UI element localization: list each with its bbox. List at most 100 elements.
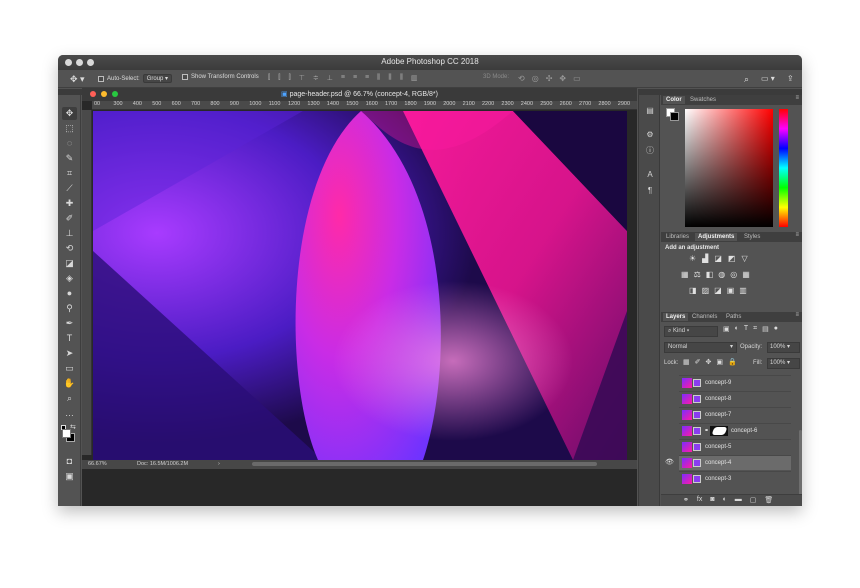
- new-adjustment-layer-icon[interactable]: ◐: [723, 496, 727, 504]
- filter-toggle-icon[interactable]: ●: [774, 325, 778, 333]
- type-tool-icon[interactable]: T: [62, 332, 77, 345]
- new-layer-icon[interactable]: ▢: [750, 496, 757, 504]
- filter-adjustment-icon[interactable]: ◐: [735, 325, 739, 333]
- layer-visibility-toggle[interactable]: [665, 394, 674, 403]
- blend-mode-dropdown[interactable]: Normal ▾: [664, 342, 737, 353]
- document-tab[interactable]: ▣ page-header.psd @ 66.7% (concept-4, RG…: [82, 88, 637, 101]
- zoom-tool-icon[interactable]: ⌕: [62, 392, 77, 405]
- layer-visibility-toggle[interactable]: [665, 378, 674, 387]
- status-menu-icon[interactable]: ›: [218, 461, 220, 467]
- vibrance-icon[interactable]: ▽: [741, 254, 747, 263]
- distribute-right-icon[interactable]: ⫼: [400, 74, 403, 82]
- blur-tool-icon[interactable]: ●: [62, 287, 77, 300]
- adjustments-panel-menu-icon[interactable]: ≡: [795, 232, 799, 238]
- auto-select-dropdown[interactable]: Group ▾: [142, 74, 173, 83]
- distribute-middle-icon[interactable]: ≡: [353, 74, 357, 82]
- gradient-map-icon[interactable]: ▥: [739, 286, 747, 295]
- tab-layers[interactable]: Layers: [663, 313, 689, 321]
- lock-all-icon[interactable]: 🔒: [728, 358, 737, 366]
- align-right-icon[interactable]: ⫿: [289, 74, 291, 82]
- zoom-level[interactable]: 66.67%: [88, 461, 107, 467]
- align-middle-icon[interactable]: ≑: [313, 74, 319, 82]
- black-white-icon[interactable]: ◧: [706, 270, 714, 279]
- layers-panel-menu-icon[interactable]: ≡: [795, 312, 799, 318]
- add-mask-icon[interactable]: ◙: [710, 496, 714, 504]
- brush-tool-icon[interactable]: ✐: [62, 212, 77, 225]
- search-icon[interactable]: ⌕: [744, 74, 749, 85]
- tab-swatches[interactable]: Swatches: [687, 96, 719, 104]
- tab-adjustments[interactable]: Adjustments: [695, 233, 738, 241]
- layer-style-icon[interactable]: fx: [697, 496, 702, 504]
- pen-tool-icon[interactable]: ✒: [62, 317, 77, 330]
- paragraph-panel-icon[interactable]: ¶: [644, 185, 656, 197]
- align-center-icon[interactable]: ⫿: [278, 74, 280, 82]
- delete-layer-icon[interactable]: 🗑: [764, 496, 773, 504]
- align-left-icon[interactable]: ⫿: [268, 74, 270, 82]
- tab-styles[interactable]: Styles: [741, 233, 763, 241]
- screen-mode-icon[interactable]: ▣: [62, 470, 77, 483]
- layer-visibility-toggle[interactable]: [665, 410, 674, 419]
- drag-3d-icon[interactable]: ✣: [546, 74, 553, 83]
- color-picker-field[interactable]: [685, 109, 773, 227]
- doc-minimize-button[interactable]: [101, 91, 107, 97]
- eyedropper-tool-icon[interactable]: ⟋: [62, 182, 77, 195]
- filter-shape-icon[interactable]: ⌗: [753, 325, 757, 333]
- properties-panel-icon[interactable]: ⚙: [644, 129, 656, 141]
- opacity-field[interactable]: 100% ▾: [767, 342, 800, 353]
- layer-visibility-toggle[interactable]: 👁: [665, 458, 674, 467]
- transform-controls-checkbox[interactable]: [182, 74, 188, 80]
- doc-close-button[interactable]: [90, 91, 96, 97]
- color-swatches[interactable]: ⇆: [61, 424, 77, 443]
- layer-filter-dropdown[interactable]: ⌕ Kind ▾: [664, 326, 718, 337]
- fill-field[interactable]: 100% ▾: [767, 358, 800, 369]
- color-balance-icon[interactable]: ⚖: [694, 270, 701, 279]
- artwork-canvas[interactable]: [93, 111, 627, 460]
- selective-color-icon[interactable]: ▣: [727, 286, 735, 295]
- threshold-icon[interactable]: ◪: [714, 286, 722, 295]
- more-tools-icon[interactable]: …: [62, 407, 77, 420]
- quick-mask-icon[interactable]: ◘: [62, 455, 77, 468]
- link-layers-icon[interactable]: ⚭: [683, 496, 689, 504]
- layer-row[interactable]: concept-5: [679, 439, 791, 454]
- history-brush-tool-icon[interactable]: ⟲: [62, 242, 77, 255]
- move-tool-icon[interactable]: ✥: [62, 107, 77, 120]
- posterize-icon[interactable]: ▨: [702, 286, 710, 295]
- healing-brush-tool-icon[interactable]: ✚: [62, 197, 77, 210]
- layer-visibility-toggle[interactable]: [665, 426, 674, 435]
- hue-saturation-icon[interactable]: ▦: [681, 270, 689, 279]
- roll-3d-icon[interactable]: ◎: [532, 74, 539, 83]
- align-top-icon[interactable]: ⊤: [299, 74, 305, 82]
- new-group-icon[interactable]: ▬: [735, 496, 742, 504]
- color-panel-menu-icon[interactable]: ≡: [795, 95, 799, 101]
- layer-visibility-toggle[interactable]: [665, 474, 674, 483]
- info-panel-icon[interactable]: ⓘ: [644, 145, 656, 157]
- doc-zoom-button[interactable]: [112, 91, 118, 97]
- distribute-bottom-icon[interactable]: ≡: [365, 74, 369, 82]
- invert-icon[interactable]: ◨: [689, 286, 697, 295]
- lock-artboard-icon[interactable]: ▣: [716, 358, 723, 366]
- layer-row[interactable]: concept-8: [679, 391, 791, 406]
- eraser-tool-icon[interactable]: ◪: [62, 257, 77, 270]
- transform-controls-option[interactable]: Show Transform Controls: [182, 74, 259, 80]
- lock-image-icon[interactable]: ✐: [695, 358, 701, 366]
- auto-select-option[interactable]: Auto-Select: Group ▾: [98, 74, 173, 83]
- slide-3d-icon[interactable]: ✥: [559, 74, 566, 83]
- doc-size-info[interactable]: Doc: 16.5M/1006.2M: [137, 461, 188, 467]
- channel-mixer-icon[interactable]: ◎: [730, 270, 737, 279]
- dodge-tool-icon[interactable]: ⚲: [62, 302, 77, 315]
- auto-align-icon[interactable]: ▥: [411, 74, 418, 82]
- filter-smart-object-icon[interactable]: ▤: [762, 325, 769, 333]
- layer-row[interactable]: concept-4: [679, 455, 791, 470]
- orbit-3d-icon[interactable]: ⟲: [518, 74, 525, 83]
- tab-color[interactable]: Color: [663, 96, 685, 104]
- layer-mask-thumbnail[interactable]: [710, 426, 728, 436]
- marquee-tool-icon[interactable]: ⬚: [62, 122, 77, 135]
- filter-pixel-icon[interactable]: ▣: [723, 325, 730, 333]
- foreground-color-swatch[interactable]: [62, 429, 71, 438]
- layer-visibility-toggle[interactable]: [665, 442, 674, 451]
- move-tool-preset-icon[interactable]: ✥ ▾: [70, 74, 85, 85]
- layer-row[interactable]: concept-3: [679, 471, 791, 486]
- layers-scrollbar[interactable]: [799, 430, 802, 500]
- workspace-switcher-icon[interactable]: ▭ ▾: [761, 74, 775, 83]
- hue-slider[interactable]: [779, 109, 788, 227]
